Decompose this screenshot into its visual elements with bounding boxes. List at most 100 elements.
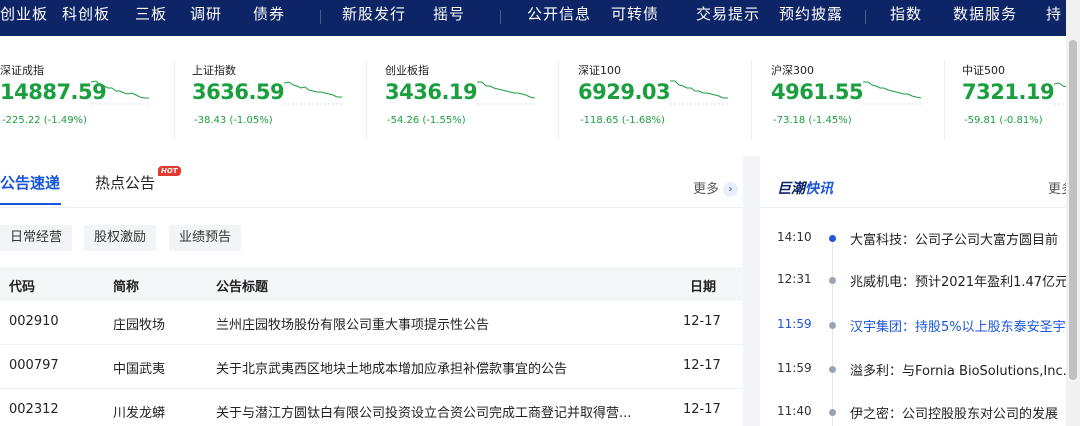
index-value: 4961.55 xyxy=(771,80,864,104)
announcement-date: 12-17 xyxy=(683,358,721,373)
index-name: 沪深300 xyxy=(771,64,814,77)
nav-item-lottery[interactable]: 摇号 xyxy=(433,3,465,24)
table-row[interactable]: 002910 庄园牧场 兰州庄园牧场股份有限公司重大事项提示性公告 12-17 xyxy=(0,301,743,345)
table-row[interactable]: 000797 中国武夷 关于北京武夷西区地块土地成本增加应承担补偿款事宜的公告 … xyxy=(0,345,743,389)
sparkline xyxy=(1054,82,1066,105)
timeline-dot xyxy=(829,366,836,373)
active-tab-indicator xyxy=(0,203,61,205)
nav-item-cyb[interactable]: 创业板 xyxy=(0,3,48,24)
flash-text[interactable]: 大富科技：公司子公司大富方圆目前 xyxy=(850,229,1058,248)
index-change: -225.22 (-1.49%) xyxy=(2,115,87,126)
index-card-zz500[interactable]: 中证500 7321.19 -59.81 (-0.81%) xyxy=(962,36,1066,156)
index-value: 3636.59 xyxy=(192,80,285,104)
flash-item-highlighted[interactable]: 11:59 汉宇集团：持股5%以上股东泰安圣宇 xyxy=(760,317,1066,347)
stock-name: 川发龙蟒 xyxy=(113,406,166,421)
column-header-code: 代码 xyxy=(9,280,36,295)
index-name: 中证500 xyxy=(962,64,1005,77)
nav-item-disclosure[interactable]: 预约披露 xyxy=(779,3,843,24)
flash-text[interactable]: 兆威机电：预计2021年盈利1.47亿元 xyxy=(850,271,1066,290)
table-row[interactable]: 002312 川发龙蟒 关于与潜江方圆钛白有限公司投资设立合资公司完成工商登记并… xyxy=(0,389,743,426)
flash-text[interactable]: 溢多利：与Fornia BioSolutions,Inc. xyxy=(850,360,1066,379)
tab-divider xyxy=(0,207,743,208)
more-label: 更多 xyxy=(693,182,720,197)
announcement-title[interactable]: 关于与潜江方圆钛白有限公司投资设立合资公司完成工商登记并取得营... xyxy=(216,402,631,421)
timeline-dot xyxy=(829,409,836,416)
sparkline xyxy=(91,80,149,105)
page-scrollbar[interactable] xyxy=(1066,0,1080,426)
nav-divider xyxy=(320,10,321,24)
column-header-date: 日期 xyxy=(690,280,717,295)
nav-item-more[interactable]: 持 xyxy=(1046,3,1062,24)
flash-item[interactable]: 12:31 兆威机电：预计2021年盈利1.47亿元 xyxy=(760,272,1066,302)
stock-code: 002910 xyxy=(9,314,59,329)
announcement-panel: 公告速递 热点公告 HOT 更多 › 日常经营 股权激励 业绩预告 代码 简称 公… xyxy=(0,156,743,426)
index-change: -118.65 (-1.68%) xyxy=(580,115,665,126)
filter-daily-operations[interactable]: 日常经营 xyxy=(0,225,73,251)
index-value: 6929.03 xyxy=(578,80,671,104)
table-header: 代码 简称 公告标题 日期 xyxy=(0,267,743,301)
column-header-title: 公告标题 xyxy=(216,280,269,295)
more-link[interactable]: 更多 › xyxy=(693,178,739,197)
index-ticker-bar: 深证成指 14887.59 -225.22 (-1.49%) 上证指数 3636… xyxy=(0,36,1066,156)
flash-text[interactable]: 伊之密：公司控股股东对公司的发展 xyxy=(850,403,1058,422)
sparkline xyxy=(863,81,921,105)
stock-name: 庄园牧场 xyxy=(113,318,166,333)
nav-item-bond[interactable]: 债券 xyxy=(253,3,285,24)
index-value: 7321.19 xyxy=(962,80,1055,104)
nav-item-data-service[interactable]: 数据服务 xyxy=(953,3,1017,24)
index-divider xyxy=(751,60,752,140)
flash-text[interactable]: 汉宇集团：持股5%以上股东泰安圣宇 xyxy=(850,316,1066,335)
announcement-date: 12-17 xyxy=(683,402,721,417)
chevron-right-icon: › xyxy=(723,182,739,197)
flash-news-logo: 巨潮快讯 xyxy=(777,178,833,198)
nav-item-trade-tips[interactable]: 交易提示 xyxy=(696,3,760,24)
nav-item-sanban[interactable]: 三板 xyxy=(135,3,167,24)
nav-item-research[interactable]: 调研 xyxy=(190,3,222,24)
index-card-sz100[interactable]: 深证100 6929.03 -118.65 (-1.68%) xyxy=(578,36,771,156)
flash-time: 14:10 xyxy=(777,230,812,244)
column-header-name: 简称 xyxy=(113,280,140,295)
nav-item-index[interactable]: 指数 xyxy=(890,3,922,24)
index-divider xyxy=(174,60,175,140)
index-change: -59.81 (-0.81%) xyxy=(964,115,1043,126)
index-name: 上证指数 xyxy=(192,64,236,77)
index-divider xyxy=(366,60,367,140)
top-nav: 创业板 科创板 三板 调研 债券 新股发行 摇号 公开信息 可转债 交易提示 预… xyxy=(0,0,1066,36)
flash-item[interactable]: 11:40 伊之密：公司控股股东对公司的发展 xyxy=(760,404,1066,426)
brand-suffix: 快讯 xyxy=(805,181,833,197)
nav-divider xyxy=(500,10,501,24)
announcement-title[interactable]: 关于北京武夷西区地块土地成本增加应承担补偿款事宜的公告 xyxy=(216,358,567,377)
nav-item-public-info[interactable]: 公开信息 xyxy=(527,3,591,24)
filter-earnings-forecast[interactable]: 业绩预告 xyxy=(169,225,242,251)
nav-item-kcb[interactable]: 科创板 xyxy=(62,3,110,24)
index-name: 深证100 xyxy=(578,64,621,77)
announcement-title[interactable]: 兰州庄园牧场股份有限公司重大事项提示性公告 xyxy=(216,314,489,333)
flash-time: 11:40 xyxy=(777,404,812,418)
index-card-cybz[interactable]: 创业板指 3436.19 -54.26 (-1.55%) xyxy=(385,36,578,156)
flash-header-divider xyxy=(760,207,1066,208)
index-divider xyxy=(558,60,559,140)
tab-hot-announcements[interactable]: 热点公告 xyxy=(95,172,155,193)
announcement-date: 12-17 xyxy=(683,314,721,329)
flash-item[interactable]: 14:10 大富科技：公司子公司大富方圆目前 xyxy=(760,230,1066,260)
tab-announcements[interactable]: 公告速递 xyxy=(0,172,60,193)
scrollbar-thumb[interactable] xyxy=(1069,40,1077,380)
timeline-dot-active xyxy=(829,235,836,242)
stock-code: 000797 xyxy=(9,358,59,373)
sparkline xyxy=(670,80,728,105)
hot-badge: HOT xyxy=(158,166,181,176)
index-name: 创业板指 xyxy=(385,64,429,77)
timeline-dot xyxy=(829,277,836,284)
nav-item-ipo[interactable]: 新股发行 xyxy=(342,3,406,24)
nav-item-convertible[interactable]: 可转债 xyxy=(611,3,659,24)
index-value: 3436.19 xyxy=(385,80,478,104)
flash-item[interactable]: 11:59 溢多利：与Fornia BioSolutions,Inc. xyxy=(760,361,1066,391)
index-card-hs300[interactable]: 沪深300 4961.55 -73.18 (-1.45%) xyxy=(771,36,964,156)
index-card-szcz[interactable]: 深证成指 14887.59 -225.22 (-1.49%) xyxy=(0,36,193,156)
flash-more-link[interactable]: 更多 xyxy=(1048,178,1066,197)
sparkline xyxy=(477,81,535,105)
index-card-szzs[interactable]: 上证指数 3636.59 -38.43 (-1.05%) xyxy=(192,36,385,156)
timeline-dot xyxy=(829,322,836,329)
filter-equity-incentive[interactable]: 股权激励 xyxy=(84,225,157,251)
index-change: -54.26 (-1.55%) xyxy=(387,115,466,126)
